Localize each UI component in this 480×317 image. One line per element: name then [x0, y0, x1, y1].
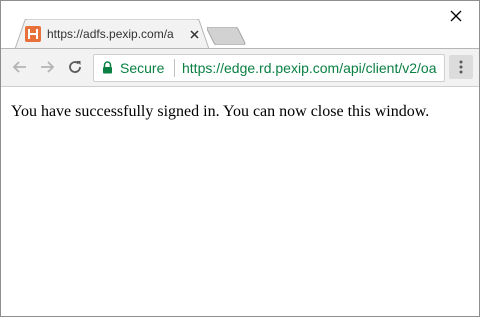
arrow-left-icon	[12, 61, 26, 73]
secure-label[interactable]: Secure	[120, 60, 164, 76]
back-button[interactable]	[9, 56, 31, 78]
address-bar[interactable]: Secure https://edge.rd.pexip.com/api/cli…	[93, 54, 445, 82]
tab-active[interactable]: https://adfs.pexip.com/a	[15, 19, 209, 49]
url-text[interactable]: https://edge.rd.pexip.com/api/client/v2/…	[182, 60, 436, 76]
close-icon	[189, 29, 199, 39]
page-content: You have successfully signed in. You can…	[1, 87, 479, 316]
title-bar: https://adfs.pexip.com/a	[1, 1, 479, 49]
reload-button[interactable]	[64, 56, 86, 78]
reload-icon	[69, 61, 81, 73]
tab-title: https://adfs.pexip.com/a	[47, 27, 174, 41]
browser-window: https://adfs.pexip.com/a Secure https://…	[0, 0, 480, 317]
arrow-right-icon	[41, 61, 55, 73]
tab-close-button[interactable]	[187, 27, 201, 41]
window-close-button[interactable]	[447, 7, 465, 25]
vertical-dots-icon	[459, 60, 463, 74]
new-tab-button[interactable]	[207, 27, 247, 45]
pexip-logo-icon	[25, 26, 41, 42]
forward-button[interactable]	[36, 56, 58, 78]
omnibox-separator	[174, 59, 175, 77]
browser-menu-button[interactable]	[449, 55, 473, 79]
signin-success-message: You have successfully signed in. You can…	[11, 103, 430, 120]
close-icon	[450, 10, 462, 22]
lock-icon	[103, 61, 112, 74]
toolbar: Secure https://edge.rd.pexip.com/api/cli…	[1, 49, 479, 87]
